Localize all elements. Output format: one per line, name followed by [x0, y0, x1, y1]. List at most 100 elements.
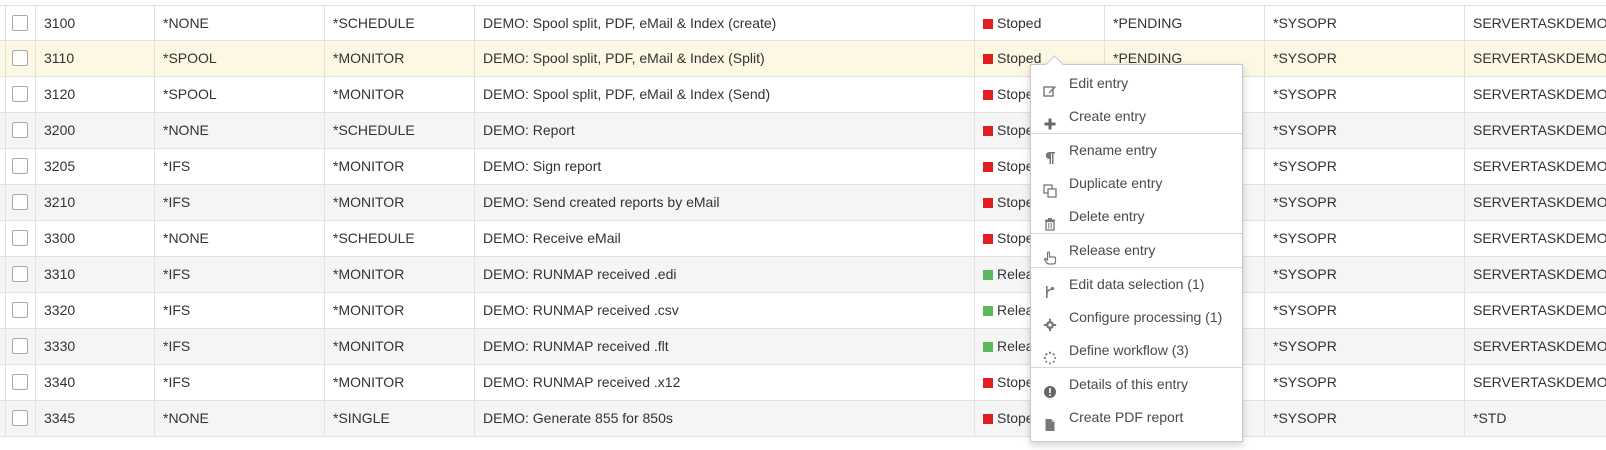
table-row[interactable]: 3210 *IFS *MONITOR DEMO: Send created repor… — [0, 185, 1606, 221]
description-cell: DEMO: RUNMAP received .edi — [474, 257, 974, 292]
status-text: Stoped — [997, 15, 1042, 31]
select-cell — [5, 329, 35, 364]
entry-id-cell: 3110 — [35, 41, 155, 76]
menu-item-edit-entry[interactable]: Edit entry — [1031, 67, 1242, 100]
mode-cell: *SINGLE — [324, 401, 474, 436]
table-row[interactable]: 3100 *NONE *SCHEDULE DEMO: Spool split, PDF… — [0, 5, 1606, 41]
type-text: *IFS — [163, 266, 191, 282]
menu-item-rename-entry[interactable]: Rename entry — [1031, 134, 1242, 167]
menu-item-details-of-this-entry[interactable]: Details of this entry — [1031, 368, 1242, 401]
row-checkbox[interactable] — [12, 230, 28, 246]
row-checkbox[interactable] — [12, 374, 28, 390]
job-text: SERVERTASKDEMO — [1473, 230, 1606, 246]
entry-id-text: 3320 — [44, 302, 76, 318]
user-text: *SYSOPR — [1273, 266, 1337, 282]
user-cell: *SYSOPR — [1264, 293, 1464, 328]
table-row[interactable]: 3200 *NONE *SCHEDULE DEMO: Report Stope *SYSO… — [0, 113, 1606, 149]
type-text: *IFS — [163, 338, 191, 354]
entry-id-text: 3340 — [44, 374, 76, 390]
description-text: DEMO: Spool split, PDF, eMail & Index (S… — [483, 50, 765, 66]
mode-text: *MONITOR — [333, 194, 405, 210]
description-cell: DEMO: Receive eMail — [474, 221, 974, 256]
menu-item-label: Create PDF report — [1069, 409, 1184, 425]
menu-item-label: Define workflow (3) — [1069, 342, 1189, 358]
menu-item-create-pdf-report[interactable]: Create PDF report — [1031, 401, 1242, 434]
mode-cell: *MONITOR — [324, 293, 474, 328]
row-checkbox[interactable] — [12, 410, 28, 426]
mode-cell: *SCHEDULE — [324, 221, 474, 256]
description-text: DEMO: Spool split, PDF, eMail & Index (S… — [483, 86, 771, 102]
menu-item-define-workflow-3[interactable]: Define workflow (3) — [1031, 334, 1242, 367]
table-row[interactable]: 3205 *IFS *MONITOR DEMO: Sign report Stope *S… — [0, 149, 1606, 185]
user-cell: *SYSOPR — [1264, 329, 1464, 364]
job-cell: *STD — [1464, 401, 1606, 436]
entry-id-text: 3330 — [44, 338, 76, 354]
row-checkbox[interactable] — [12, 266, 28, 282]
description-text: DEMO: Spool split, PDF, eMail & Index (c… — [483, 15, 777, 31]
row-checkbox[interactable] — [12, 15, 28, 31]
row-checkbox[interactable] — [12, 194, 28, 210]
status-square-icon — [983, 306, 993, 316]
menu-item-delete-entry[interactable]: Delete entry — [1031, 200, 1242, 233]
status-square-icon — [983, 90, 993, 100]
type-text: *IFS — [163, 302, 191, 318]
row-checkbox[interactable] — [12, 50, 28, 66]
entry-id-text: 3200 — [44, 122, 76, 138]
user-cell: *SYSOPR — [1264, 185, 1464, 220]
plus-icon — [1043, 110, 1057, 130]
job-text: SERVERTASKDEMO — [1473, 86, 1606, 102]
row-checkbox[interactable] — [12, 302, 28, 318]
user-text: *SYSOPR — [1273, 15, 1337, 31]
job-cell: SERVERTASKDEMO — [1464, 113, 1606, 148]
status-text: Stope — [997, 86, 1034, 102]
user-cell: *SYSOPR — [1264, 41, 1464, 76]
entry-id-cell: 3200 — [35, 113, 155, 148]
status-square-icon — [983, 270, 993, 280]
menu-item-duplicate-entry[interactable]: Duplicate entry — [1031, 167, 1242, 200]
status-text: Stope — [997, 158, 1034, 174]
status-square-icon — [983, 162, 993, 172]
status-square-icon — [983, 19, 993, 29]
job-cell: SERVERTASKDEMO — [1464, 149, 1606, 184]
table-row[interactable]: 3330 *IFS *MONITOR DEMO: RUNMAP received .f… — [0, 329, 1606, 365]
menu-item-label: Configure processing (1) — [1069, 309, 1223, 325]
spinner-icon — [1043, 344, 1057, 365]
mode-cell: *MONITOR — [324, 77, 474, 112]
job-text: SERVERTASKDEMO — [1473, 302, 1606, 318]
table-row[interactable]: 3120 *SPOOL *MONITOR DEMO: Spool split, PDF… — [0, 77, 1606, 113]
job-cell: SERVERTASKDEMO — [1464, 41, 1606, 76]
status-text: Stope — [997, 194, 1034, 210]
status-cell: Stoped — [974, 6, 1104, 41]
entry-id-cell: 3345 — [35, 401, 155, 436]
table-row[interactable]: 3340 *IFS *MONITOR DEMO: RUNMAP received .x… — [0, 365, 1606, 401]
menu-item-create-entry[interactable]: Create entry — [1031, 100, 1242, 133]
table-row[interactable]: 3300 *NONE *SCHEDULE DEMO: Receive eMail Sto… — [0, 221, 1606, 257]
entry-id-text: 3310 — [44, 266, 76, 282]
menu-item-configure-processing-1[interactable]: Configure processing (1) — [1031, 301, 1242, 334]
table-row[interactable]: 3310 *IFS *MONITOR DEMO: RUNMAP received .e… — [0, 257, 1606, 293]
menu-item-label: Create entry — [1069, 108, 1147, 124]
table-row[interactable]: 3345 *NONE *SINGLE DEMO: Generate 855 for 8… — [0, 401, 1606, 437]
status-square-icon — [983, 414, 993, 424]
row-checkbox[interactable] — [12, 158, 28, 174]
entry-id-cell: 3340 — [35, 365, 155, 400]
description-cell: DEMO: Send created reports by eMail — [474, 185, 974, 220]
menu-item-edit-data-selection-1[interactable]: Edit data selection (1) — [1031, 268, 1242, 301]
row-checkbox[interactable] — [12, 122, 28, 138]
user-cell: *SYSOPR — [1264, 365, 1464, 400]
select-cell — [5, 221, 35, 256]
menu-item-label: Release entry — [1069, 242, 1156, 258]
description-cell: DEMO: Spool split, PDF, eMail & Index (c… — [474, 6, 974, 41]
mode-text: *SINGLE — [333, 410, 390, 426]
menu-item-release-entry[interactable]: Release entry — [1031, 234, 1242, 267]
description-text: DEMO: RUNMAP received .x12 — [483, 374, 681, 390]
table-row[interactable]: 3110 *SPOOL *MONITOR DEMO: Spool split, PDF… — [0, 41, 1606, 77]
job-text: SERVERTASKDEMO — [1473, 194, 1606, 210]
row-checkbox[interactable] — [12, 86, 28, 102]
job-text: SERVERTASKDEMO — [1473, 374, 1606, 390]
type-text: *IFS — [163, 194, 191, 210]
table-row[interactable]: 3320 *IFS *MONITOR DEMO: RUNMAP received .c… — [0, 293, 1606, 329]
job-cell: SERVERTASKDEMO — [1464, 365, 1606, 400]
row-checkbox[interactable] — [12, 338, 28, 354]
context-menu: Edit entry Create entry Rename entry Duplic… — [1030, 55, 1243, 442]
